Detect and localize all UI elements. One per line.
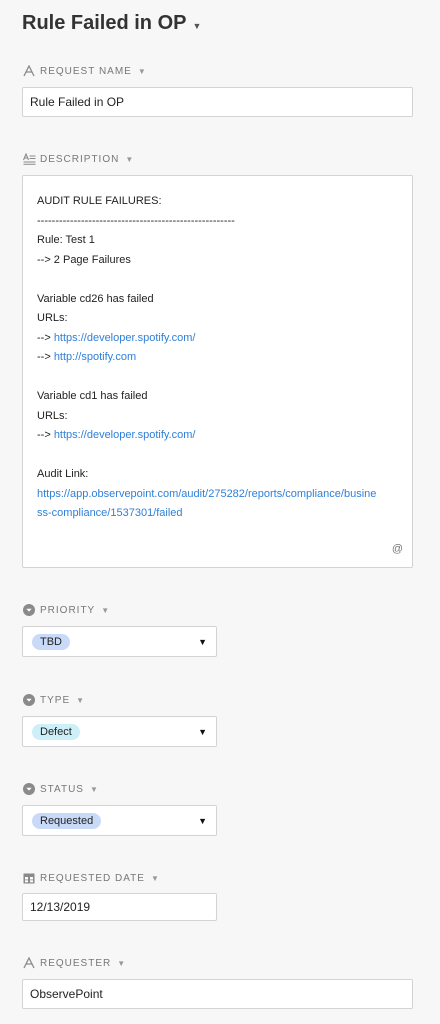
requester-input[interactable]: ObservePoint (22, 979, 413, 1009)
request-name-label[interactable]: REQUEST NAME ▼ (22, 64, 146, 78)
description-link[interactable]: ss-compliance/1537301/failed (37, 507, 183, 519)
description-line-text: Rule: Test 1 (37, 234, 95, 246)
description-line-text: --> (37, 429, 54, 441)
dropdown-arrow-icon[interactable]: ▼ (198, 816, 207, 826)
label-dropdown-icon[interactable]: ▼ (138, 67, 146, 76)
type-badge: Defect (32, 723, 80, 740)
description-line-text: Variable cd1 has failed (37, 390, 148, 402)
description-line (37, 270, 398, 290)
description-line: AUDIT RULE FAILURES: (37, 192, 398, 212)
field-label: STATUS (40, 783, 84, 795)
description-line: URLs: (37, 309, 398, 329)
field-label: TYPE (40, 694, 71, 706)
status-badge: Requested (32, 812, 102, 829)
text-a-icon (22, 956, 36, 970)
title-dropdown-icon[interactable]: ▼ (192, 21, 201, 31)
dropdown-arrow-icon[interactable]: ▼ (198, 637, 207, 647)
description-line-text: --> 2 Page Failures (37, 253, 131, 266)
description-line-text: AUDIT RULE FAILURES: (37, 195, 162, 207)
request-name-input[interactable]: Rule Failed in OP (22, 87, 413, 117)
description-line: ss-compliance/1537301/failed (37, 504, 398, 524)
chevron-circle-icon (22, 603, 36, 617)
description-line: https://app.observepoint.com/audit/27528… (37, 485, 398, 505)
description-line-text: Variable cd26 has failed (37, 292, 154, 305)
requested-date-value: 12/13/2019 (30, 900, 91, 914)
field-label: REQUESTER (40, 957, 112, 969)
priority-badge: TBD (32, 633, 70, 650)
field-label: REQUESTED DATE (40, 872, 145, 884)
description-line-text: URLs: (37, 312, 68, 324)
description-line-text: --> (37, 331, 54, 344)
description-line-text: URLs: (37, 409, 68, 422)
requester-value: ObservePoint (30, 987, 103, 1001)
description-line: Audit Link: (37, 465, 398, 485)
description-line: Rule: Test 1 (37, 231, 398, 251)
chevron-circle-icon (22, 693, 36, 707)
dropdown-arrow-icon[interactable]: ▼ (198, 727, 207, 737)
field-label: REQUEST NAME (40, 65, 132, 77)
mention-icon[interactable]: @ (392, 540, 403, 560)
calendar-icon (22, 871, 36, 885)
field-label: PRIORITY (40, 604, 96, 616)
page-title-row[interactable]: Rule Failed in OP ▼ (22, 12, 201, 35)
chevron-circle-icon (22, 782, 36, 796)
page-title: Rule Failed in OP (22, 12, 187, 34)
description-content: AUDIT RULE FAILURES: --------------------… (37, 192, 398, 524)
description-line-text: --> (37, 351, 54, 363)
text-lines-icon (22, 152, 36, 166)
label-dropdown-icon[interactable]: ▼ (151, 874, 159, 883)
requester-label[interactable]: REQUESTER ▼ (22, 956, 125, 970)
description-link[interactable]: http://spotify.com (54, 351, 136, 363)
priority-select[interactable]: TBD ▼ (22, 626, 217, 657)
description-line (37, 368, 398, 388)
priority-label[interactable]: PRIORITY ▼ (22, 603, 109, 617)
description-line: Variable cd26 has failed (37, 290, 398, 310)
label-dropdown-icon[interactable]: ▼ (101, 606, 109, 615)
description-line-text: Audit Link: (37, 468, 89, 480)
description-line: --> https://developer.spotify.com/ (37, 329, 398, 349)
description-line: ----------------------------------------… (37, 212, 398, 232)
description-link[interactable]: https://developer.spotify.com/ (54, 332, 196, 344)
label-dropdown-icon[interactable]: ▼ (90, 785, 98, 794)
description-line (37, 446, 398, 466)
description-label[interactable]: DESCRIPTION ▼ (22, 152, 133, 166)
description-link[interactable]: https://developer.spotify.com/ (54, 429, 196, 441)
field-label: DESCRIPTION (40, 153, 120, 165)
type-select[interactable]: Defect ▼ (22, 716, 217, 747)
status-label[interactable]: STATUS ▼ (22, 782, 98, 796)
description-line: --> https://developer.spotify.com/ (37, 426, 398, 446)
type-label[interactable]: TYPE ▼ (22, 693, 84, 707)
requested-date-label[interactable]: REQUESTED DATE ▼ (22, 871, 159, 885)
status-select[interactable]: Requested ▼ (22, 805, 217, 836)
description-line: URLs: (37, 407, 398, 427)
label-dropdown-icon[interactable]: ▼ (117, 959, 125, 968)
description-link[interactable]: https://app.observepoint.com/audit/27528… (37, 488, 376, 500)
description-textarea[interactable]: AUDIT RULE FAILURES: --------------------… (22, 175, 413, 568)
requested-date-input[interactable]: 12/13/2019 (22, 893, 217, 921)
description-line: --> 2 Page Failures (37, 251, 398, 271)
description-line: --> http://spotify.com (37, 348, 398, 368)
request-name-value: Rule Failed in OP (30, 95, 125, 109)
description-line-text: ----------------------------------------… (37, 214, 235, 227)
description-line: Variable cd1 has failed (37, 387, 398, 407)
text-a-icon (22, 64, 36, 78)
label-dropdown-icon[interactable]: ▼ (76, 696, 84, 705)
label-dropdown-icon[interactable]: ▼ (125, 155, 133, 164)
